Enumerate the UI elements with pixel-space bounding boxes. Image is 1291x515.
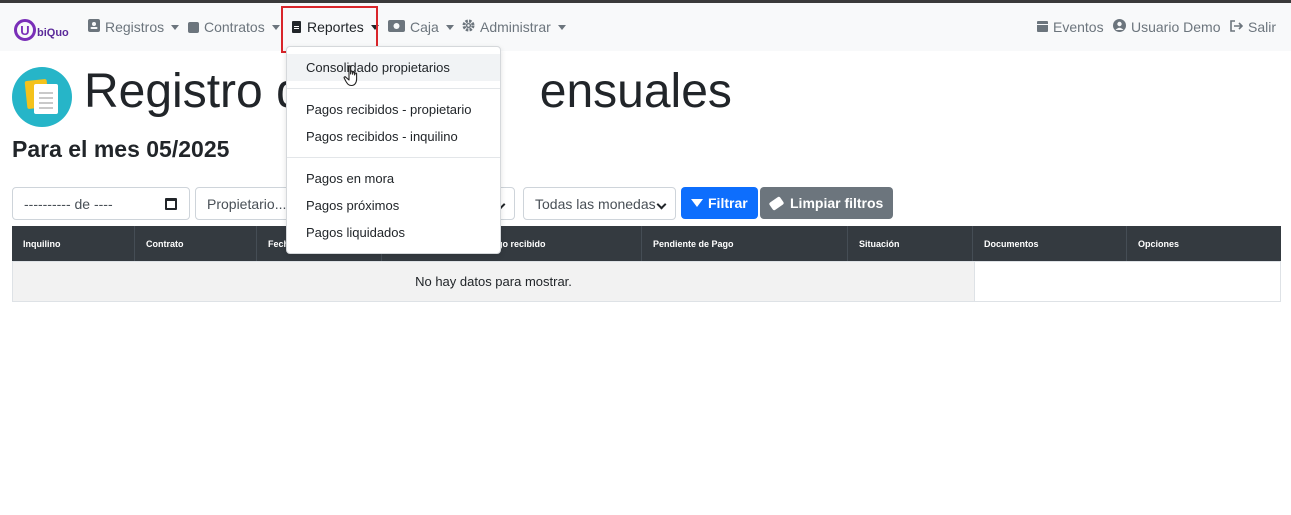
propietario-select-value: Propietario...	[207, 195, 287, 212]
menu-item-pagos-recibidos-inquilino[interactable]: Pagos recibidos - inquilino	[287, 123, 500, 150]
chevron-down-icon	[171, 24, 180, 30]
chevron-down-icon	[557, 24, 566, 30]
brand-logo[interactable]: U biQuo	[14, 17, 69, 43]
moneda-select[interactable]: Todas las monedas	[523, 187, 676, 220]
nav-registros[interactable]: Registros	[88, 3, 180, 51]
column-header[interactable]: Opciones	[1127, 226, 1281, 261]
nav-usuario[interactable]: Usuario Demo	[1113, 3, 1220, 51]
nav-administrar-label: Administrar	[480, 19, 551, 35]
menu-item-pagos-en-mora[interactable]: Pagos en mora	[287, 165, 500, 192]
square-icon	[188, 21, 199, 33]
column-header[interactable]: Situación	[848, 226, 973, 261]
menu-divider	[287, 88, 500, 89]
menu-item-pagos-liquidados[interactable]: Pagos liquidados	[287, 219, 500, 246]
moneda-select-value: Todas las monedas	[535, 195, 656, 212]
id-card-icon	[88, 19, 100, 35]
empty-message: No hay datos para mostrar.	[13, 262, 974, 301]
sign-out-icon	[1230, 19, 1244, 35]
reportes-dropdown-menu: Consolidado propietarios Pagos recibidos…	[286, 46, 501, 254]
money-icon	[388, 19, 405, 35]
table-header: Inquilino Contrato Fech go recibido Pend…	[12, 226, 1281, 261]
nav-contratos-label: Contratos	[204, 19, 265, 35]
menu-item-consolidado-propietarios[interactable]: Consolidado propietarios	[287, 54, 500, 81]
nav-salir-label: Salir	[1248, 19, 1277, 35]
brand-letter: U	[14, 19, 36, 41]
calendar-icon	[1037, 20, 1048, 35]
menu-item-pagos-recibidos-propietario[interactable]: Pagos recibidos - propietario	[287, 96, 500, 123]
chevron-down-icon	[271, 24, 280, 30]
filter-icon	[691, 199, 703, 207]
gear-icon	[462, 19, 475, 35]
nav-contratos[interactable]: Contratos	[188, 3, 280, 51]
month-input[interactable]: ---------- de ----	[12, 187, 190, 220]
column-header[interactable]: Inquilino	[12, 226, 135, 261]
nav-usuario-label: Usuario Demo	[1131, 19, 1221, 35]
nav-eventos-label: Eventos	[1053, 19, 1104, 35]
empty-cell	[974, 262, 1280, 301]
column-header[interactable]: Contrato	[135, 226, 257, 261]
column-header[interactable]: Documentos	[973, 226, 1127, 261]
filtrar-button-label: Filtrar	[708, 195, 748, 211]
nav-salir[interactable]: Salir	[1230, 3, 1276, 51]
limpiar-filtros-button[interactable]: Limpiar filtros	[760, 187, 894, 219]
nav-caja-label: Caja	[410, 19, 439, 35]
limpiar-filtros-button-label: Limpiar filtros	[790, 195, 884, 211]
page-logo-doc-front	[34, 84, 58, 114]
eraser-icon	[768, 195, 785, 211]
nav-administrar[interactable]: Administrar	[462, 3, 566, 51]
menu-item-pagos-proximos[interactable]: Pagos próximos	[287, 192, 500, 219]
chevron-down-icon	[445, 24, 454, 30]
nav-registros-label: Registros	[105, 19, 165, 35]
menu-divider	[287, 157, 500, 158]
nav-eventos[interactable]: Eventos	[1037, 3, 1104, 51]
page-title-right: ensuales	[539, 65, 732, 118]
nav-caja[interactable]: Caja	[388, 3, 454, 51]
calendar-icon[interactable]	[165, 198, 177, 210]
chevron-down-icon	[656, 199, 667, 210]
month-input-placeholder: ---------- de ----	[24, 195, 113, 212]
page-subtitle: Para el mes 05/2025	[12, 136, 230, 162]
table-row: No hay datos para mostrar.	[12, 261, 1281, 302]
brand-text: biQuo	[37, 27, 69, 39]
filtrar-button[interactable]: Filtrar	[681, 187, 758, 219]
column-header[interactable]: Pendiente de Pago	[642, 226, 848, 261]
user-icon	[1113, 19, 1126, 35]
hand-pointer-cursor-icon	[343, 65, 361, 92]
page-title-left: Registro d	[84, 65, 303, 118]
